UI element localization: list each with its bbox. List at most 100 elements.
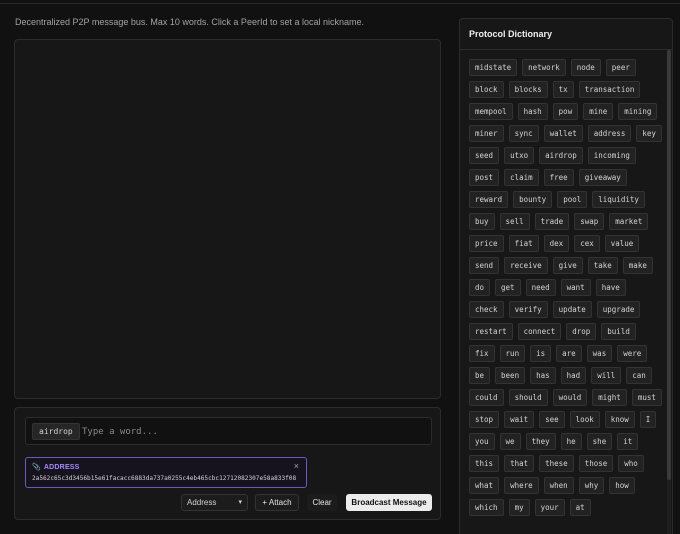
dictionary-word[interactable]: upgrade [596, 301, 641, 318]
dictionary-word[interactable]: post [469, 169, 500, 186]
dictionary-word[interactable]: want [560, 279, 591, 296]
broadcast-button[interactable]: Broadcast Message [346, 494, 432, 511]
dictionary-word[interactable]: they [525, 433, 556, 450]
dictionary-word[interactable]: liquidity [592, 191, 645, 208]
dictionary-word[interactable]: seed [469, 147, 500, 164]
clear-button[interactable]: Clear [307, 494, 337, 511]
dictionary-word[interactable]: should [508, 389, 548, 406]
dictionary-word[interactable]: peer [605, 59, 636, 76]
dictionary-word[interactable]: airdrop [539, 147, 583, 164]
dictionary-word[interactable]: need [525, 279, 556, 296]
dictionary-word[interactable]: midstate [469, 59, 518, 76]
dictionary-word[interactable]: utxo [504, 147, 535, 164]
dictionary-word[interactable]: these [539, 455, 574, 472]
attachment-type-select[interactable]: Address ▾ [181, 494, 248, 511]
dictionary-word[interactable]: what [469, 477, 500, 494]
dictionary-word[interactable]: key [636, 125, 662, 142]
dictionary-word[interactable]: hash [517, 103, 548, 120]
dictionary-word[interactable]: he [560, 433, 582, 450]
dictionary-word[interactable]: I [639, 411, 657, 428]
dictionary-word[interactable]: trade [534, 213, 570, 230]
dictionary-word[interactable]: price [469, 235, 504, 252]
dictionary-word[interactable]: wait [504, 411, 535, 428]
dictionary-word[interactable]: blocks [508, 81, 548, 98]
dictionary-word[interactable]: free [543, 169, 574, 186]
dictionary-word[interactable]: been [495, 367, 526, 384]
dictionary-word[interactable]: value [604, 235, 640, 252]
dictionary-word[interactable]: pool [557, 191, 588, 208]
dictionary-word[interactable]: tx [552, 81, 574, 98]
dictionary-word[interactable]: those [578, 455, 614, 472]
dictionary-word[interactable]: incoming [587, 147, 636, 164]
dictionary-word[interactable]: mempool [469, 103, 513, 120]
dictionary-word[interactable]: has [530, 367, 556, 384]
dictionary-scroll-thumb[interactable] [667, 50, 671, 480]
dictionary-word[interactable]: receive [504, 257, 548, 274]
dictionary-word[interactable]: take [587, 257, 618, 274]
dictionary-word[interactable]: make [622, 257, 653, 274]
close-icon[interactable]: × [294, 461, 299, 471]
dictionary-word[interactable]: my [508, 499, 530, 516]
dictionary-word[interactable]: your [534, 499, 565, 516]
dictionary-word[interactable]: build [601, 323, 636, 340]
dictionary-word[interactable]: transaction [578, 81, 641, 98]
dictionary-word[interactable]: restart [469, 323, 513, 340]
dictionary-word[interactable]: know [604, 411, 635, 428]
dictionary-word[interactable]: she [586, 433, 613, 450]
dictionary-word[interactable]: market [609, 213, 649, 230]
dictionary-word[interactable]: dex [543, 235, 570, 252]
dictionary-word[interactable]: see [539, 411, 565, 428]
dictionary-word[interactable]: sell [499, 213, 530, 230]
dictionary-word[interactable]: stop [469, 411, 500, 428]
dictionary-word[interactable]: verify [508, 301, 548, 318]
dictionary-word[interactable]: this [469, 455, 500, 472]
dictionary-word[interactable]: address [587, 125, 632, 142]
dictionary-word[interactable]: check [469, 301, 504, 318]
dictionary-word[interactable]: node [570, 59, 601, 76]
dictionary-word[interactable]: connect [517, 323, 562, 340]
dictionary-word[interactable]: do [469, 279, 491, 296]
dictionary-word[interactable]: you [469, 433, 495, 450]
dictionary-word[interactable]: mining [618, 103, 658, 120]
dictionary-word[interactable]: mine [583, 103, 614, 120]
dictionary-word[interactable]: fix [469, 345, 495, 362]
dictionary-word[interactable]: network [522, 59, 566, 76]
dictionary-word[interactable]: are [556, 345, 582, 362]
dictionary-word[interactable]: which [469, 499, 504, 516]
dictionary-word[interactable]: it [617, 433, 639, 450]
dictionary-word[interactable]: drop [566, 323, 597, 340]
dictionary-word[interactable]: block [469, 81, 504, 98]
dictionary-word[interactable]: that [504, 455, 535, 472]
word-input[interactable] [82, 423, 422, 440]
dictionary-word[interactable]: bounty [513, 191, 553, 208]
dictionary-word[interactable]: where [504, 477, 539, 494]
dictionary-scrollbar[interactable] [667, 50, 671, 534]
dictionary-word[interactable]: wallet [543, 125, 583, 142]
dictionary-word[interactable]: get [495, 279, 521, 296]
dictionary-word[interactable]: why [578, 477, 605, 494]
dictionary-word[interactable]: is [530, 345, 552, 362]
dictionary-word[interactable]: at [569, 499, 591, 516]
dictionary-word[interactable]: when [543, 477, 574, 494]
dictionary-word[interactable]: run [499, 345, 526, 362]
dictionary-word[interactable]: update [552, 301, 592, 318]
dictionary-word[interactable]: have [595, 279, 626, 296]
dictionary-word[interactable]: we [499, 433, 521, 450]
dictionary-word[interactable]: were [617, 345, 648, 362]
dictionary-word[interactable]: buy [469, 213, 495, 230]
dictionary-word[interactable]: pow [552, 103, 579, 120]
dictionary-word[interactable]: will [591, 367, 622, 384]
dictionary-word[interactable]: who [618, 455, 644, 472]
dictionary-word[interactable]: give [552, 257, 583, 274]
dictionary-word[interactable]: must [631, 389, 662, 406]
dictionary-word[interactable]: cex [574, 235, 600, 252]
dictionary-word[interactable]: would [552, 389, 588, 406]
dictionary-word[interactable]: was [586, 345, 613, 362]
dictionary-word[interactable]: be [469, 367, 491, 384]
dictionary-word[interactable]: send [469, 257, 500, 274]
dictionary-word[interactable]: fiat [508, 235, 539, 252]
dictionary-word[interactable]: look [569, 411, 600, 428]
word-chip[interactable]: airdrop [32, 423, 80, 440]
dictionary-word[interactable]: claim [504, 169, 539, 186]
dictionary-word[interactable]: can [626, 367, 652, 384]
